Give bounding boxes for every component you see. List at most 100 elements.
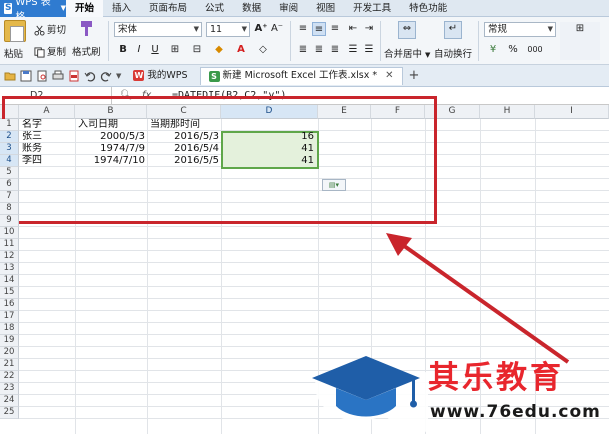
- wrap-text-icon[interactable]: ↵: [444, 21, 462, 39]
- ribbon-divider: [108, 21, 109, 61]
- wps-w-icon: W: [133, 70, 145, 81]
- paste-icon[interactable]: [4, 20, 26, 42]
- row-header[interactable]: 23: [0, 383, 19, 395]
- pdf-icon[interactable]: [68, 70, 80, 82]
- row-header[interactable]: 6: [0, 179, 19, 191]
- align-right-icon[interactable]: ≣: [328, 43, 342, 57]
- gridline: [19, 310, 609, 311]
- merge-icon[interactable]: ⊟: [190, 43, 204, 57]
- font-size-value: 11: [210, 24, 223, 35]
- tab-my-wps[interactable]: W 我的WPS: [125, 67, 195, 85]
- row-header[interactable]: 9: [0, 215, 19, 227]
- row-header[interactable]: 19: [0, 335, 19, 347]
- row-header[interactable]: 11: [0, 239, 19, 251]
- row-header[interactable]: 17: [0, 311, 19, 323]
- document-tab-bar: ▼ W 我的WPS S 新建 Microsoft Excel 工作表.xlsx …: [0, 65, 609, 87]
- thousands-button[interactable]: 000: [524, 43, 546, 57]
- ribbon-divider: [380, 21, 381, 61]
- cut-button[interactable]: 剪切: [34, 22, 66, 36]
- wrap-text-button[interactable]: 自动换行: [434, 46, 472, 60]
- indent-increase-icon[interactable]: ⇥: [362, 22, 376, 36]
- format-painter-button[interactable]: 格式刷: [72, 44, 101, 58]
- merge-center-button[interactable]: 合并居中 ▼: [384, 46, 430, 60]
- copy-icon: [34, 47, 45, 58]
- tab-home[interactable]: 开始: [66, 0, 104, 17]
- tab-excel-workbook[interactable]: S 新建 Microsoft Excel 工作表.xlsx * ✕: [199, 66, 403, 85]
- close-icon[interactable]: ✕: [385, 67, 393, 85]
- tab-special-features[interactable]: 特色功能: [400, 0, 456, 17]
- row-header[interactable]: 22: [0, 371, 19, 383]
- tab-excel-workbook-label: 新建 Microsoft Excel 工作表.xlsx *: [222, 70, 378, 81]
- print-icon[interactable]: [52, 70, 64, 82]
- redo-icon[interactable]: [100, 70, 112, 82]
- row-header[interactable]: 13: [0, 263, 19, 275]
- row-header[interactable]: 16: [0, 299, 19, 311]
- row-header[interactable]: 12: [0, 251, 19, 263]
- format-painter-icon[interactable]: [78, 20, 94, 38]
- increase-font-icon[interactable]: A⁺: [254, 22, 268, 36]
- align-middle-icon[interactable]: ≡: [312, 22, 326, 36]
- row-header[interactable]: 25: [0, 407, 19, 419]
- fill-color-icon[interactable]: ◆: [212, 43, 226, 57]
- row-header[interactable]: 24: [0, 395, 19, 407]
- distribute-icon[interactable]: ☰: [362, 43, 376, 57]
- quick-access-dropdown-icon[interactable]: ▼: [116, 72, 121, 80]
- row-header[interactable]: 15: [0, 287, 19, 299]
- tab-formulas[interactable]: 公式: [196, 0, 233, 17]
- font-color-icon[interactable]: A: [234, 43, 248, 57]
- app-menu-button[interactable]: S WPS 表格 ▼: [0, 0, 66, 23]
- row-header[interactable]: 10: [0, 227, 19, 239]
- folder-icon[interactable]: [4, 70, 16, 82]
- row-header[interactable]: 14: [0, 275, 19, 287]
- currency-icon[interactable]: ¥: [486, 43, 500, 57]
- tab-page-layout[interactable]: 页面布局: [140, 0, 196, 17]
- clear-format-icon[interactable]: ◇: [256, 43, 270, 57]
- row-header[interactable]: 1: [0, 119, 19, 131]
- align-top-icon[interactable]: ≡: [296, 22, 310, 36]
- font-name-select[interactable]: 宋体 ▼: [114, 22, 202, 37]
- number-format-select[interactable]: 常规 ▼: [484, 22, 556, 37]
- align-center-icon[interactable]: ≣: [312, 43, 326, 57]
- decrease-font-icon[interactable]: A⁻: [270, 22, 284, 36]
- gridline: [19, 286, 609, 287]
- indent-decrease-icon[interactable]: ⇤: [346, 22, 360, 36]
- row-header[interactable]: 7: [0, 191, 19, 203]
- row-header[interactable]: 4: [0, 155, 19, 167]
- save-icon[interactable]: [20, 70, 32, 82]
- row-header[interactable]: 5: [0, 167, 19, 179]
- align-left-icon[interactable]: ≣: [296, 43, 310, 57]
- tab-view[interactable]: 视图: [307, 0, 344, 17]
- gridline: [19, 334, 609, 335]
- underline-icon[interactable]: U: [148, 43, 162, 57]
- row-header[interactable]: 20: [0, 347, 19, 359]
- paste-button[interactable]: 粘贴: [4, 46, 23, 60]
- spreadsheet-icon: S: [208, 70, 220, 82]
- row-header[interactable]: 3: [0, 143, 19, 155]
- tab-data[interactable]: 数据: [233, 0, 270, 17]
- chevron-down-icon: ▼: [547, 25, 553, 33]
- chevron-down-icon: ▼: [193, 25, 199, 33]
- row-header[interactable]: 8: [0, 203, 19, 215]
- number-format-value: 常规: [488, 24, 508, 35]
- tab-developer[interactable]: 开发工具: [344, 0, 400, 17]
- copy-button[interactable]: 复制: [34, 44, 66, 58]
- new-tab-button[interactable]: +: [409, 68, 420, 83]
- undo-icon[interactable]: [84, 70, 96, 82]
- justify-icon[interactable]: ☰: [346, 43, 360, 57]
- merge-center-icon[interactable]: ⇔: [398, 21, 416, 39]
- print-preview-icon[interactable]: [36, 70, 48, 82]
- tab-review[interactable]: 审阅: [270, 0, 307, 17]
- row-header[interactable]: 18: [0, 323, 19, 335]
- ribbon-more-icon[interactable]: ⊞: [560, 22, 600, 60]
- bold-icon[interactable]: B: [116, 43, 130, 57]
- font-size-select[interactable]: 11 ▼: [206, 22, 250, 37]
- align-bottom-icon[interactable]: ≡: [328, 22, 342, 36]
- row-header[interactable]: 2: [0, 131, 19, 143]
- percent-button[interactable]: %: [506, 43, 520, 57]
- column-header-i[interactable]: I: [535, 105, 609, 119]
- borders-icon[interactable]: ⊞: [168, 43, 182, 57]
- italic-icon[interactable]: I: [132, 43, 146, 57]
- tab-insert[interactable]: 插入: [103, 0, 140, 17]
- row-header[interactable]: 21: [0, 359, 19, 371]
- column-header-h[interactable]: H: [480, 105, 535, 119]
